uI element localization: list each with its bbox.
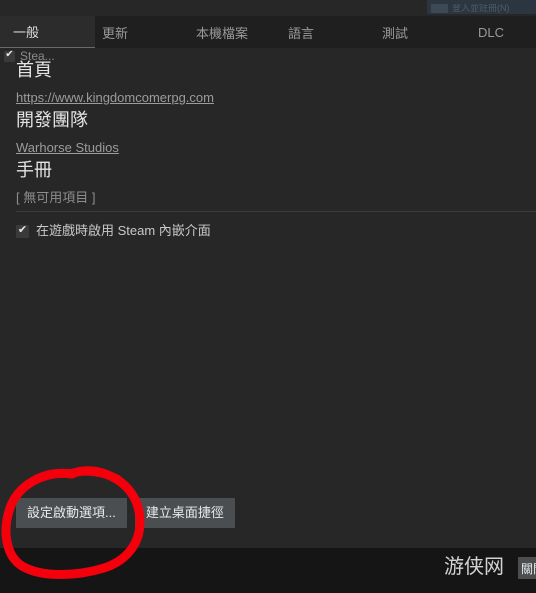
app-thumbnail-icon (431, 4, 448, 13)
tab-language[interactable]: 語言 (288, 16, 368, 48)
steam-overlay-label: 在遊戲時啟用 Steam 內嵌介面 (36, 223, 211, 238)
developer-title: 開發團隊 (16, 110, 88, 130)
tab-betas-label: 測試 (382, 25, 409, 41)
checkmark-glyph: ✔ (5, 49, 14, 60)
developer-link[interactable]: Warhorse Studios (16, 140, 119, 155)
dialog-footer: 游侠网 關閉 (0, 548, 536, 593)
homepage-link[interactable]: https://www.kingdomcomerpg.com (16, 90, 214, 105)
general-tab-panel: ✔ Stea... 首頁 https://www.kingdomcomerpg.… (0, 48, 536, 548)
steam-overlay-checkbox-row[interactable]: ✔ 在遊戲時啟用 Steam 內嵌介面 (16, 224, 211, 238)
homepage-title: 首頁 (16, 60, 52, 80)
tab-updates[interactable]: 更新 (95, 16, 200, 48)
create-desktop-shortcut-button[interactable]: 建立桌面捷徑 (134, 498, 235, 528)
section-divider (16, 211, 536, 212)
tab-language-label: 語言 (288, 25, 315, 41)
checkmark-glyph: ✔ (17, 224, 28, 236)
tab-local-files[interactable]: 本機檔案 (196, 16, 301, 48)
checkbox-checked-icon[interactable]: ✔ (16, 224, 29, 238)
action-button-row: 設定啟動選項... 建立桌面捷徑 (16, 498, 235, 528)
checkbox-checked-icon[interactable]: ✔ (4, 49, 15, 62)
tab-updates-label: 更新 (102, 25, 129, 41)
account-widget[interactable]: 登入並註冊(N) (427, 0, 536, 14)
tab-general[interactable]: 一般 (0, 16, 95, 48)
tab-dlc-label: DLC (478, 24, 505, 40)
tab-general-label: 一般 (13, 25, 40, 40)
manual-title: 手冊 (16, 160, 52, 180)
tab-dlc[interactable]: DLC (478, 16, 536, 48)
tab-betas[interactable]: 測試 (382, 16, 452, 48)
manual-empty-note: [ 無可用項目 ] (16, 190, 96, 205)
set-launch-options-button[interactable]: 設定啟動選項... (16, 498, 127, 528)
account-widget-label: 登入並註冊(N) (452, 4, 510, 13)
close-button[interactable]: 關閉 (518, 557, 536, 579)
site-watermark: 游侠网 (444, 554, 504, 578)
tab-local-files-label: 本機檔案 (196, 25, 249, 41)
tab-bar: 一般 更新 本機檔案 語言 測試 DLC (0, 16, 536, 48)
top-strip: 登入並註冊(N) (0, 0, 536, 16)
game-properties-dialog: 登入並註冊(N) 一般 更新 本機檔案 語言 測試 DLC ✔ Stea... (0, 0, 536, 593)
